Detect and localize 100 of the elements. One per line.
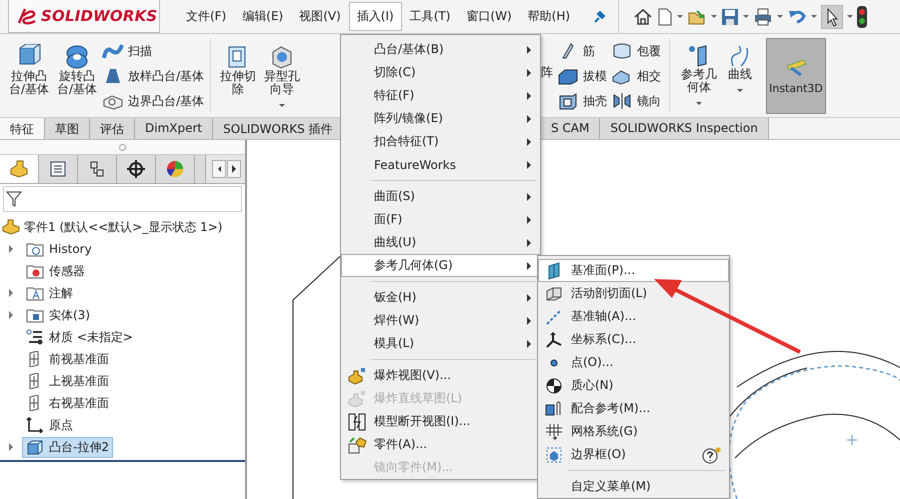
tree-item[interactable]: History xyxy=(22,239,96,259)
tree-item[interactable]: 实体(3) xyxy=(22,304,94,326)
ribbon-tab[interactable]: DimXpert xyxy=(135,118,214,139)
menu-bar-item[interactable]: 文件(F) xyxy=(178,2,234,31)
ribbon-tab[interactable]: S CAM xyxy=(541,118,600,139)
tree-item[interactable]: 前视基准面 xyxy=(22,348,113,370)
menu-item[interactable]: 切除(C) xyxy=(341,61,540,84)
ribbon-tab[interactable]: SOLIDWORKS Inspection xyxy=(600,118,769,139)
part-icon xyxy=(9,159,29,179)
help-icon[interactable] xyxy=(702,446,722,464)
menu-item[interactable]: 特征(F) xyxy=(341,84,540,107)
ribbon-button[interactable]: 筋 xyxy=(557,40,607,62)
filter-icon[interactable] xyxy=(6,190,22,208)
print-icon[interactable] xyxy=(753,6,774,26)
menu-item[interactable]: 零件(A)... xyxy=(341,433,540,456)
menu-item[interactable]: 钣金(H) xyxy=(341,286,540,309)
tree-item[interactable]: 材质 <未指定> xyxy=(22,326,137,348)
material-icon xyxy=(26,329,44,345)
ribbon-button[interactable]: 拉伸凸台/基体 xyxy=(6,38,52,96)
scroll-left-button[interactable] xyxy=(212,160,226,178)
tree-item[interactable]: 上视基准面 xyxy=(22,370,113,392)
ribbon-tab[interactable]: 草图 xyxy=(45,118,90,139)
ribbon-button[interactable]: 放样凸台/基体 xyxy=(102,65,204,87)
panel-tab[interactable] xyxy=(156,155,195,183)
panel-tab[interactable] xyxy=(39,155,78,183)
color-wheel-icon xyxy=(165,159,185,179)
menu-item[interactable]: 凸台/基体(B) xyxy=(341,38,540,61)
part-icon xyxy=(347,390,367,408)
menu-item[interactable]: 扣合特征(T) xyxy=(341,130,540,153)
menu-item[interactable]: 模型断开视图(I)... xyxy=(341,410,540,433)
menu-item[interactable]: FeatureWorks xyxy=(341,153,540,176)
grip-handle[interactable] xyxy=(119,144,126,150)
pin-icon[interactable] xyxy=(592,10,606,24)
ribbon-button[interactable]: 旋转凸台/基体 xyxy=(54,38,100,96)
tree-item[interactable]: 右视基准面 xyxy=(22,392,113,414)
menu-item[interactable]: 质心(N) xyxy=(538,374,729,397)
menu-bar-item[interactable]: 视图(V) xyxy=(291,2,349,31)
ribbon-button[interactable]: 包覆 xyxy=(611,40,661,62)
menu-item[interactable]: 点(O)... xyxy=(538,351,729,374)
menu-item[interactable]: 爆炸视图(V)... xyxy=(341,364,540,387)
save-icon[interactable] xyxy=(721,6,740,26)
menu-item[interactable]: 基准面(P)... xyxy=(538,259,729,282)
panel-tab[interactable] xyxy=(78,155,117,183)
instant3d-button[interactable]: Instant3D xyxy=(766,38,826,114)
menu-item[interactable]: 曲面(S) xyxy=(341,185,540,208)
caret-icon[interactable] xyxy=(677,15,684,18)
caret-icon[interactable] xyxy=(743,15,750,18)
menu-item[interactable]: 配合参考(M)... xyxy=(538,397,729,420)
tree-item[interactable]: 零件1 (默认<<默认>_显示状态 1>) xyxy=(24,218,222,236)
folder-icon xyxy=(26,263,44,279)
pointer-icon[interactable] xyxy=(821,4,844,28)
tree-item[interactable]: 传感器 xyxy=(22,260,89,282)
ribbon-button[interactable]: 拔模 xyxy=(557,65,607,87)
folder-icon xyxy=(26,241,44,257)
caret-icon[interactable] xyxy=(777,15,784,18)
menu-bar-item[interactable]: 工具(T) xyxy=(402,2,458,31)
caret-icon[interactable] xyxy=(847,15,854,18)
ribbon-button[interactable]: 曲线 xyxy=(724,38,756,92)
menu-item[interactable]: 坐标系(C)... xyxy=(538,328,729,351)
tree-item[interactable]: 凸台-拉伸2 xyxy=(22,436,113,458)
expand-arrow-icon[interactable] xyxy=(9,289,13,297)
menu-item[interactable]: 自定义菜单(M) xyxy=(538,475,729,498)
new-document-icon[interactable] xyxy=(657,6,674,26)
ribbon-button[interactable]: 参考几何体 xyxy=(678,38,720,105)
ribbon-button[interactable]: 拉伸切除 xyxy=(217,38,260,96)
panel-tab[interactable] xyxy=(117,155,156,183)
menu-bar-item[interactable]: 帮助(H) xyxy=(520,2,578,31)
menu-item[interactable]: 曲线(U) xyxy=(341,231,540,254)
menu-item[interactable]: 阵列/镜像(E) xyxy=(341,107,540,130)
menu-item[interactable]: 模具(L) xyxy=(341,332,540,355)
traffic-light-icon[interactable] xyxy=(857,6,868,28)
menu-item[interactable]: 面(F) xyxy=(341,208,540,231)
ribbon-button[interactable]: 边界凸台/基体 xyxy=(102,90,204,112)
ribbon-button[interactable]: 异型孔向导 xyxy=(261,38,304,107)
scroll-right-button[interactable] xyxy=(227,160,241,178)
menu-item[interactable]: 基准轴(A)... xyxy=(538,305,729,328)
menu-bar-item[interactable]: 窗口(W) xyxy=(458,2,520,31)
caret-icon[interactable] xyxy=(711,15,718,18)
ribbon-tab[interactable]: 评估 xyxy=(90,118,135,139)
menu-item[interactable]: 活动剖切面(L) xyxy=(538,282,729,305)
expand-arrow-icon[interactable] xyxy=(9,311,13,319)
menu-bar-item[interactable]: 编辑(E) xyxy=(234,2,292,31)
menu-item[interactable]: 焊件(W) xyxy=(341,309,540,332)
origin-icon xyxy=(26,417,44,433)
expand-arrow-icon[interactable] xyxy=(9,443,13,451)
ribbon-label: 阵 xyxy=(541,64,553,81)
ribbon-button[interactable]: 镜向 xyxy=(611,90,661,112)
tree-item[interactable]: 注解 xyxy=(22,282,77,304)
tree-item[interactable]: 原点 xyxy=(22,414,77,436)
menu-item[interactable]: 边界框(O) xyxy=(538,443,729,466)
menu-item[interactable]: 参考几何体(G) xyxy=(341,254,540,277)
ribbon-button[interactable]: 抽壳 xyxy=(557,90,607,112)
ribbon-button[interactable]: 相交 xyxy=(611,65,661,87)
folder-icon xyxy=(26,307,44,323)
caret-icon[interactable] xyxy=(811,15,818,18)
ribbon-button[interactable]: 扫描 xyxy=(102,40,204,62)
expand-arrow-icon[interactable] xyxy=(9,245,13,253)
home-icon[interactable] xyxy=(633,6,654,26)
menu-item[interactable]: 网格系统(G) xyxy=(538,420,729,443)
menu-bar-item[interactable]: 插入(I) xyxy=(348,2,402,31)
